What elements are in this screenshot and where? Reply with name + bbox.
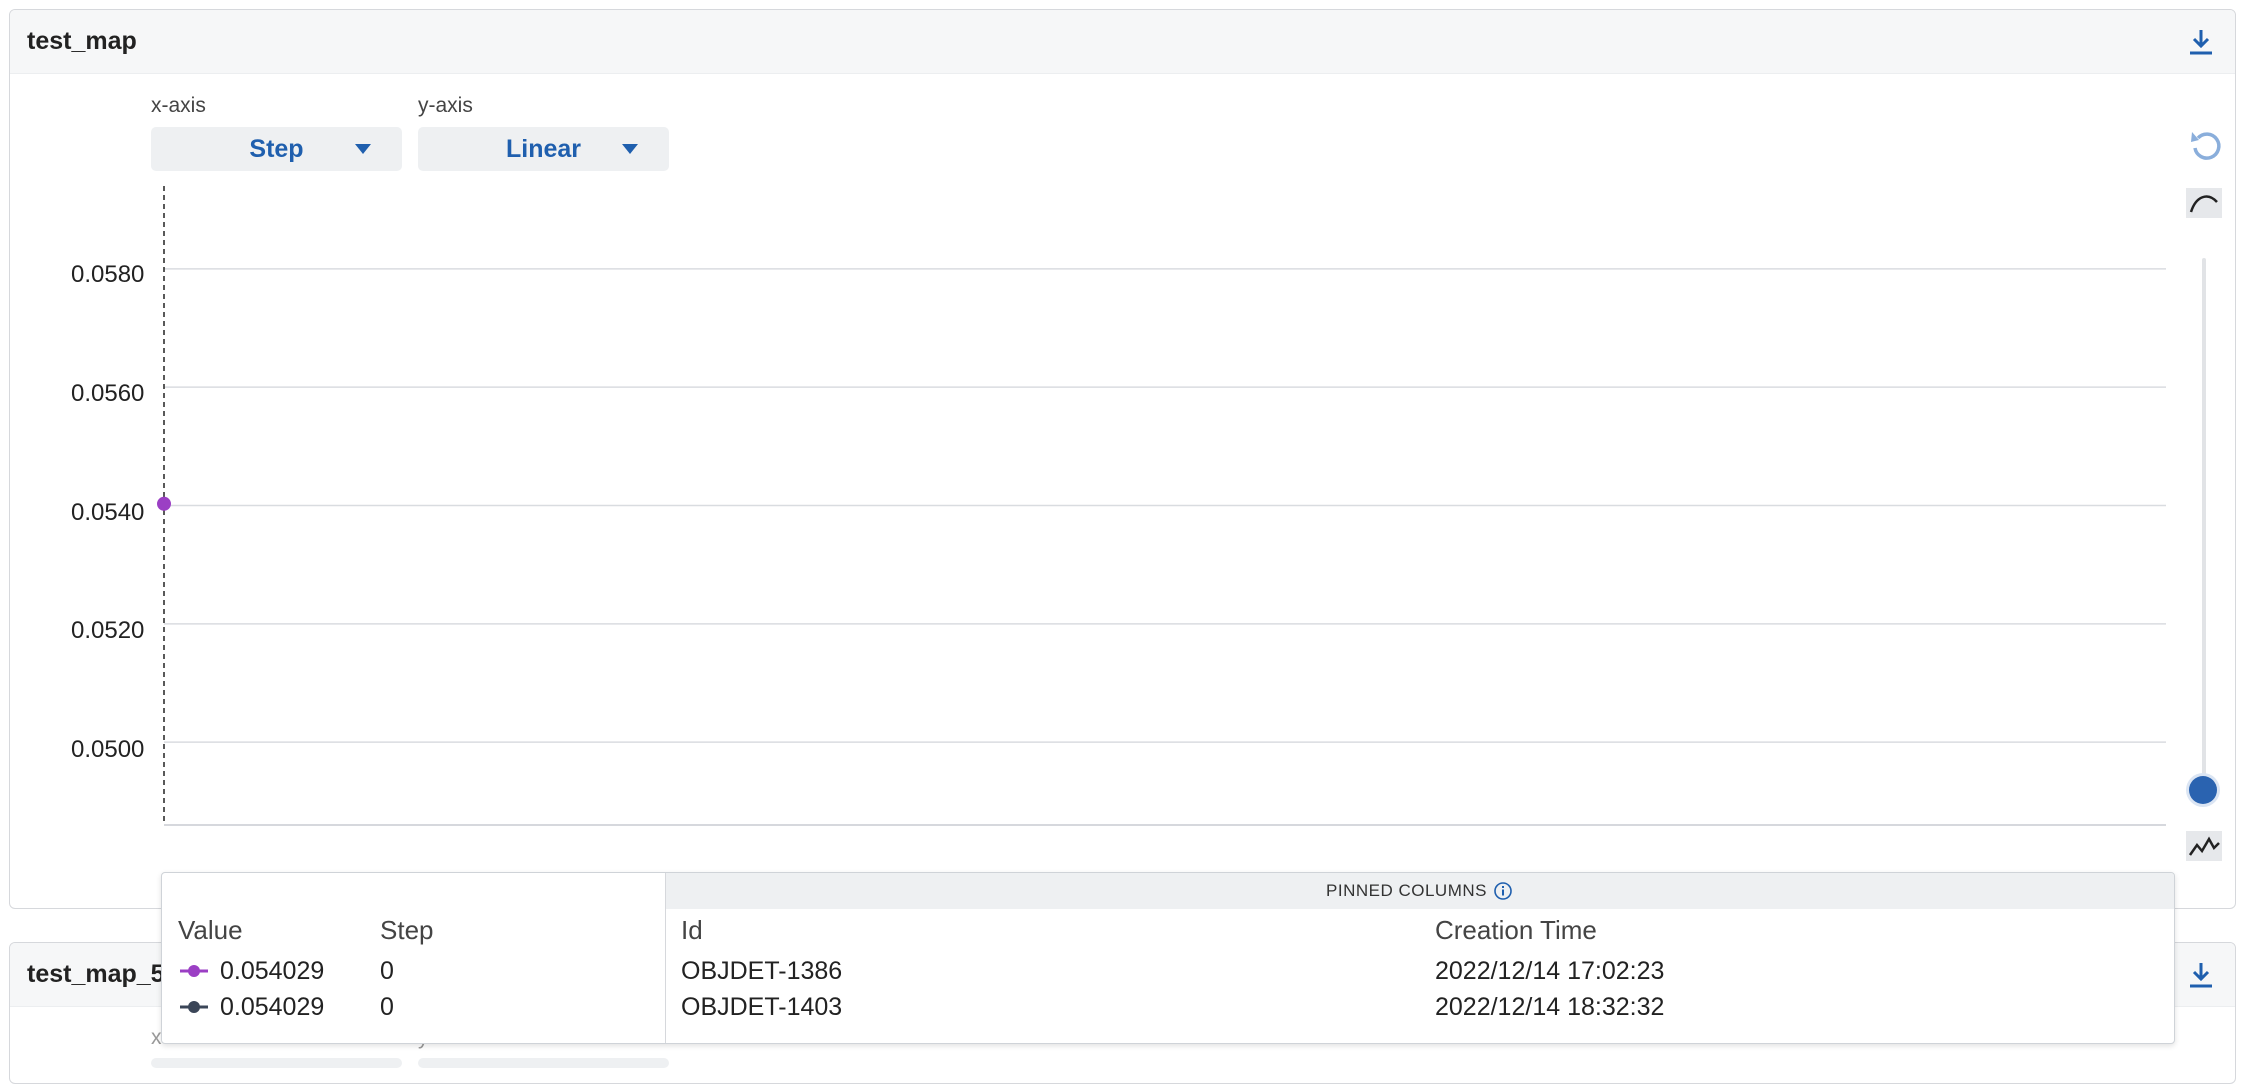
row-step: 0: [380, 993, 394, 1021]
y-tick-label: 0.0560: [71, 380, 145, 407]
reset-icon: [2191, 132, 2221, 160]
data-point[interactable]: [157, 496, 171, 511]
download-icon: [2190, 962, 2212, 987]
smoothing-off-icon: [2186, 831, 2222, 861]
reset-zoom-button[interactable]: [2188, 128, 2224, 169]
download-button[interactable]: [2183, 957, 2219, 993]
pinned-columns-label: PINNED COLUMNS: [1326, 881, 1487, 900]
tooltip-divider: [665, 873, 666, 1043]
smoothing-button[interactable]: [2186, 188, 2222, 223]
pinned-columns-header: PINNED COLUMNS: [665, 873, 2174, 909]
slider-track: [2202, 258, 2206, 790]
info-icon[interactable]: [1493, 881, 1513, 901]
smoothing-slider[interactable]: [2189, 258, 2219, 804]
column-header-id: Id: [681, 915, 703, 945]
y-tick-label: 0.0500: [71, 736, 145, 763]
smoothing-icon: [2186, 188, 2222, 218]
series-marker: [180, 965, 208, 977]
column-header-step: Step: [380, 915, 434, 945]
column-header-value: Value: [178, 915, 243, 945]
row-step: 0: [380, 957, 394, 985]
row-value: 0.054029: [220, 993, 325, 1021]
hover-tooltip: PINNED COLUMNS Value Step Id Creation Ti…: [161, 872, 2175, 1044]
no-smoothing-button[interactable]: [2186, 831, 2222, 866]
row-value: 0.054029: [220, 957, 325, 985]
row-creation-time: 2022/12/14 18:32:32: [1435, 993, 1665, 1021]
row-id: OBJDET-1386: [681, 957, 843, 985]
slider-handle[interactable]: [2189, 776, 2217, 804]
y-tick-label: 0.0540: [71, 499, 145, 526]
y-tick-label: 0.0580: [71, 261, 145, 288]
row-creation-time: 2022/12/14 17:02:23: [1435, 957, 1665, 985]
row-id: OBJDET-1403: [681, 993, 843, 1021]
series-marker: [180, 1001, 208, 1013]
column-header-creation-time: Creation Time: [1435, 915, 1597, 945]
y-tick-label: 0.0520: [71, 617, 145, 644]
